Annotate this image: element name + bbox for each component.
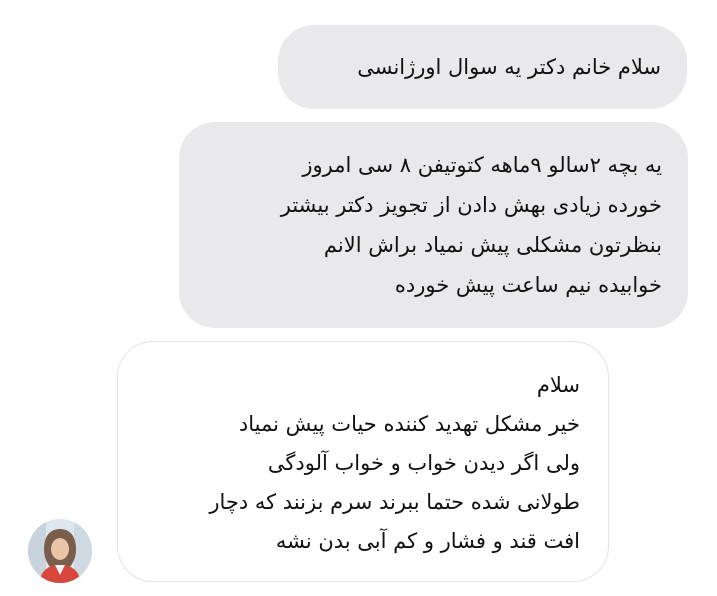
message-text-line: خیر مشکل تهدید کننده حیات پیش نمیاد [238, 412, 580, 436]
incoming-message-bubble[interactable]: یه بچه ۲سالو ۹ماهه کتوتیفن ۸ سی امروز خو… [179, 122, 688, 328]
message-text-line: ولی اگر دیدن خواب و خواب آلودگی [267, 451, 580, 475]
incoming-message-bubble[interactable]: سلام خانم دکتر یه سوال اورژانسی [278, 25, 687, 109]
message-text-line: سلام خانم دکتر یه سوال اورژانسی [357, 55, 661, 79]
message-text-line: یه بچه ۲سالو ۹ماهه کتوتیفن ۸ سی امروز [302, 153, 662, 177]
message-text-line: خورده زیادی بهش دادن از تجویز دکتر بیشتر [280, 193, 662, 217]
chat-thread: سلام خانم دکتر یه سوال اورژانسی یه بچه ۲… [0, 0, 717, 596]
message-text-line: طولانی شده حتما ببرند سرم بزنند که دچار [209, 490, 580, 514]
message-text-line: بنظرتون مشکلی پیش نمیاد براش الانم [323, 233, 662, 257]
doctor-avatar-icon [28, 519, 92, 583]
message-text-line: سلام [536, 373, 580, 397]
message-text-line: افت قند و فشار و کم آبی بدن نشه [275, 529, 580, 553]
message-text-line: خوابیده نیم ساعت پیش خورده [394, 273, 662, 297]
sender-avatar[interactable] [28, 519, 92, 583]
reply-message-bubble[interactable]: سلام خیر مشکل تهدید کننده حیات پیش نمیاد… [117, 341, 609, 582]
